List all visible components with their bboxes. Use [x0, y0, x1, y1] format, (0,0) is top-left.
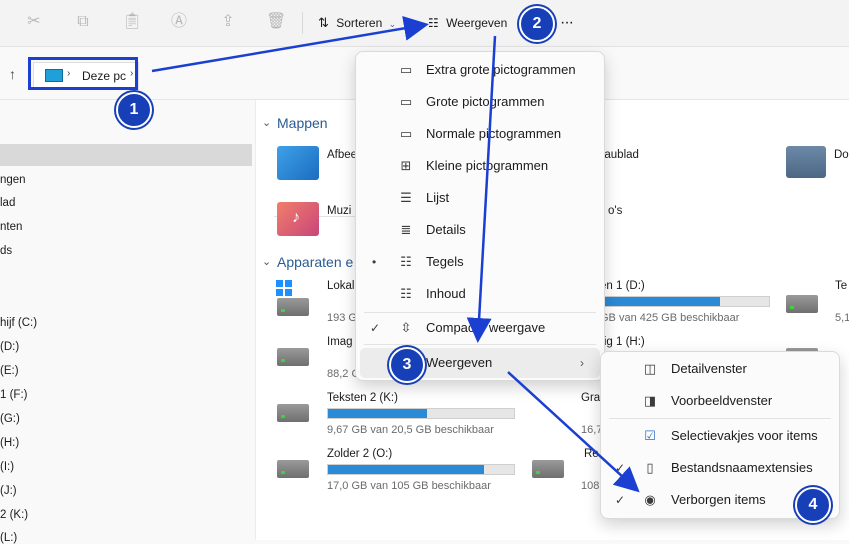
step-badge-2: 2 — [519, 6, 555, 42]
arrow-line — [151, 16, 429, 73]
step-badge-1: 1 — [116, 92, 152, 128]
step-badge-3: 3 — [389, 347, 425, 383]
step-badge-4: 4 — [795, 487, 831, 523]
arrow-line — [507, 371, 640, 493]
annotation-arrows — [151, 16, 640, 493]
arrow-line — [466, 35, 497, 343]
